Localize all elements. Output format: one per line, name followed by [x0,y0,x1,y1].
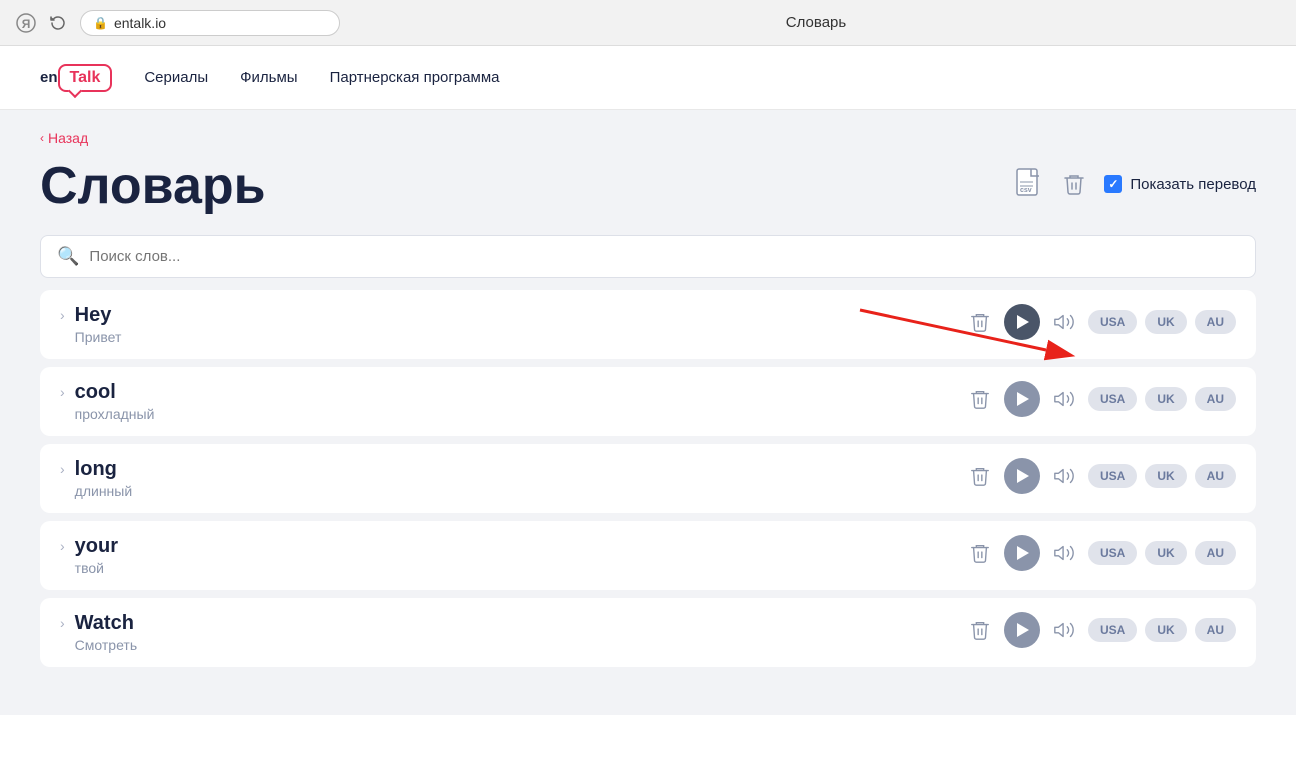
word-en-hey: Hey [75,304,122,327]
search-icon: 🔍 [57,246,79,267]
word-en-watch: Watch [75,612,137,635]
dialect-au-cool[interactable]: AU [1195,387,1236,411]
word-actions-cool: USA UK AU [964,381,1236,417]
dialect-uk-long[interactable]: UK [1145,464,1186,488]
delete-cool-button[interactable] [964,383,996,415]
play-hey-button[interactable] [1004,304,1040,340]
url-text: entalk.io [114,15,166,31]
search-container: 🔍 [40,235,1256,278]
logo[interactable]: en Talk [40,64,112,92]
word-left-your: › your твой [60,535,118,576]
word-left-hey: › Hey Привет [60,304,121,345]
nav-films[interactable]: Фильмы [240,69,297,86]
word-ru-your: твой [75,560,118,576]
dialect-au-long[interactable]: AU [1195,464,1236,488]
play-icon [1017,546,1029,560]
export-csv-button[interactable]: csv [1014,167,1044,201]
logo-en: en [40,69,58,86]
word-item-your: › your твой USA UK AU [40,521,1256,590]
play-icon [1017,392,1029,406]
volume-long-button[interactable] [1048,460,1080,492]
word-item-long: › long длинный USA UK AU [40,444,1256,513]
dialect-au-watch[interactable]: AU [1195,618,1236,642]
word-actions-watch: USA UK AU [964,612,1236,648]
play-icon [1017,315,1029,329]
word-item-watch: › Watch Смотреть USA UK AU [40,598,1256,667]
volume-cool-button[interactable] [1048,383,1080,415]
expand-hey-icon[interactable]: › [60,307,65,323]
back-chevron-icon: ‹ [40,131,44,145]
delete-long-button[interactable] [964,460,996,492]
word-ru-watch: Смотреть [75,637,137,653]
word-en-cool: cool [75,381,155,404]
word-actions-hey: USA UK AU [964,304,1236,340]
word-left-long: › long длинный [60,458,132,499]
browser-yandex-icon[interactable]: Я [16,13,36,33]
site-header: en Talk Сериалы Фильмы Партнерская прогр… [0,46,1296,110]
word-actions-long: USA UK AU [964,458,1236,494]
toolbar: csv Показать перевод [1014,158,1256,202]
page-header: Словарь csv Показат [40,158,1256,215]
word-actions-your: USA UK AU [964,535,1236,571]
dialect-uk-hey[interactable]: UK [1145,310,1186,334]
page-title: Словарь [40,158,266,215]
nav-partner[interactable]: Партнерская программа [330,69,500,86]
reload-icon[interactable] [48,13,68,33]
play-icon [1017,623,1029,637]
word-en-your: your [75,535,118,558]
show-translation-label: Показать перевод [1130,176,1256,193]
show-translation-checkbox[interactable] [1104,175,1122,193]
dialect-usa-cool[interactable]: USA [1088,387,1137,411]
browser-page-title: Словарь [352,14,1280,31]
logo-talk: Talk [58,64,113,92]
search-input[interactable] [89,248,1239,265]
expand-watch-icon[interactable]: › [60,615,65,631]
word-en-long: long [75,458,133,481]
dialect-uk-watch[interactable]: UK [1145,618,1186,642]
word-item-hey: › Hey Привет USA UK AU [40,290,1256,359]
word-ru-hey: Привет [75,329,122,345]
word-left-watch: › Watch Смотреть [60,612,137,653]
delete-hey-button[interactable] [964,306,996,338]
delete-watch-button[interactable] [964,614,996,646]
dialect-au-your[interactable]: AU [1195,541,1236,565]
dialect-usa-your[interactable]: USA [1088,541,1137,565]
volume-your-button[interactable] [1048,537,1080,569]
play-your-button[interactable] [1004,535,1040,571]
back-label: Назад [48,130,88,146]
play-cool-button[interactable] [1004,381,1040,417]
volume-hey-button[interactable] [1048,306,1080,338]
expand-your-icon[interactable]: › [60,538,65,554]
main-content: ‹ Назад Словарь csv [0,110,1296,715]
svg-text:Я: Я [22,17,31,31]
browser-chrome: Я 🔒 entalk.io Словарь [0,0,1296,46]
dialect-uk-your[interactable]: UK [1145,541,1186,565]
word-ru-long: длинный [75,483,133,499]
delete-your-button[interactable] [964,537,996,569]
word-left-cool: › cool прохладный [60,381,154,422]
address-bar[interactable]: 🔒 entalk.io [80,10,340,36]
play-watch-button[interactable] [1004,612,1040,648]
play-icon [1017,469,1029,483]
word-ru-cool: прохладный [75,406,155,422]
nav-serials[interactable]: Сериалы [144,69,208,86]
word-list: › Hey Привет USA UK AU [40,290,1256,675]
volume-watch-button[interactable] [1048,614,1080,646]
back-link[interactable]: ‹ Назад [40,130,1256,146]
delete-all-button[interactable] [1056,166,1092,202]
dialect-usa-hey[interactable]: USA [1088,310,1137,334]
dialect-au-hey[interactable]: AU [1195,310,1236,334]
expand-long-icon[interactable]: › [60,461,65,477]
dialect-uk-cool[interactable]: UK [1145,387,1186,411]
word-item-cool: › cool прохладный USA UK AU [40,367,1256,436]
dialect-usa-watch[interactable]: USA [1088,618,1137,642]
play-long-button[interactable] [1004,458,1040,494]
show-translation-toggle[interactable]: Показать перевод [1104,175,1256,193]
lock-icon: 🔒 [93,16,108,30]
expand-cool-icon[interactable]: › [60,384,65,400]
svg-text:csv: csv [1020,187,1032,194]
dialect-usa-long[interactable]: USA [1088,464,1137,488]
